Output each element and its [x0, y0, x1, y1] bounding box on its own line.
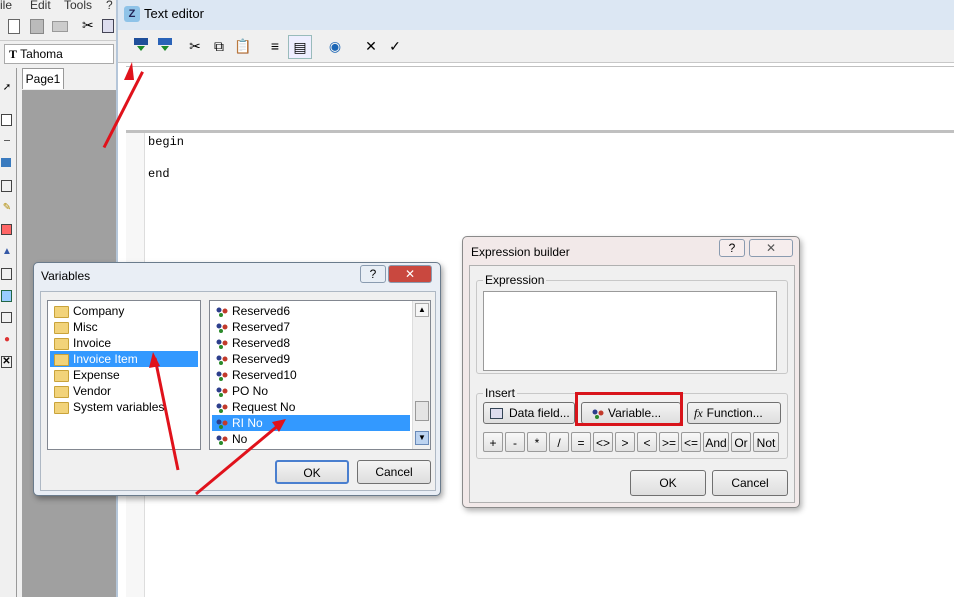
arrowhead-icon — [149, 352, 160, 368]
annotation-arrow — [195, 422, 281, 496]
annotation-arrow — [153, 357, 180, 471]
arrowhead-icon — [124, 62, 134, 80]
annotation-arrowheads — [124, 62, 286, 496]
